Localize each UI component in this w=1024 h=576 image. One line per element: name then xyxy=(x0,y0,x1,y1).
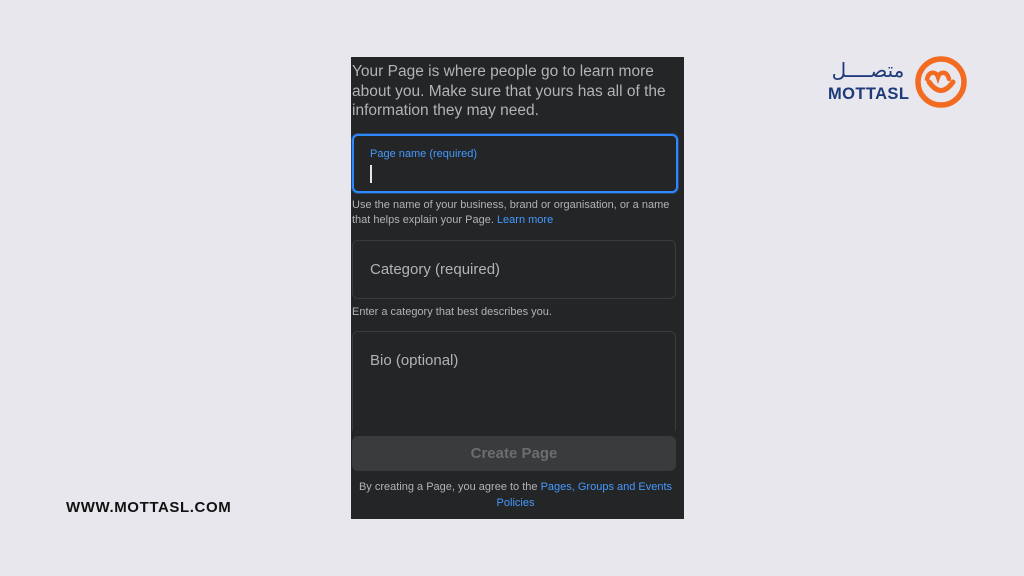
terms-text: By creating a Page, you agree to the Pag… xyxy=(351,480,684,511)
page-name-help: Use the name of your business, brand or … xyxy=(352,198,672,228)
slide: Your Page is where people go to learn mo… xyxy=(0,0,1024,576)
create-page-button[interactable]: Create Page xyxy=(352,436,676,471)
category-placeholder: Category (required) xyxy=(370,261,501,278)
page-name-field[interactable]: Page name (required) xyxy=(352,134,678,193)
logo-english-text: MOTTASL xyxy=(828,85,910,103)
bio-placeholder: Bio (optional) xyxy=(370,352,459,369)
create-page-panel: Your Page is where people go to learn mo… xyxy=(351,57,684,519)
category-field[interactable]: Category (required) xyxy=(352,240,676,299)
smile-heart-logo-icon xyxy=(915,56,967,108)
learn-more-link[interactable]: Learn more xyxy=(497,214,553,226)
mottasl-logo: متصــــل MOTTASL xyxy=(826,55,971,110)
category-help: Enter a category that best describes you… xyxy=(352,306,552,318)
page-name-label: Page name (required) xyxy=(370,148,478,160)
website-url: WWW.MOTTASL.COM xyxy=(66,499,232,516)
text-cursor xyxy=(370,165,372,183)
terms-prefix: By creating a Page, you agree to the xyxy=(358,481,538,493)
logo-arabic-text: متصــــل xyxy=(831,58,905,82)
bio-field[interactable]: Bio (optional) xyxy=(352,331,676,431)
intro-text: Your Page is where people go to learn mo… xyxy=(352,63,666,119)
